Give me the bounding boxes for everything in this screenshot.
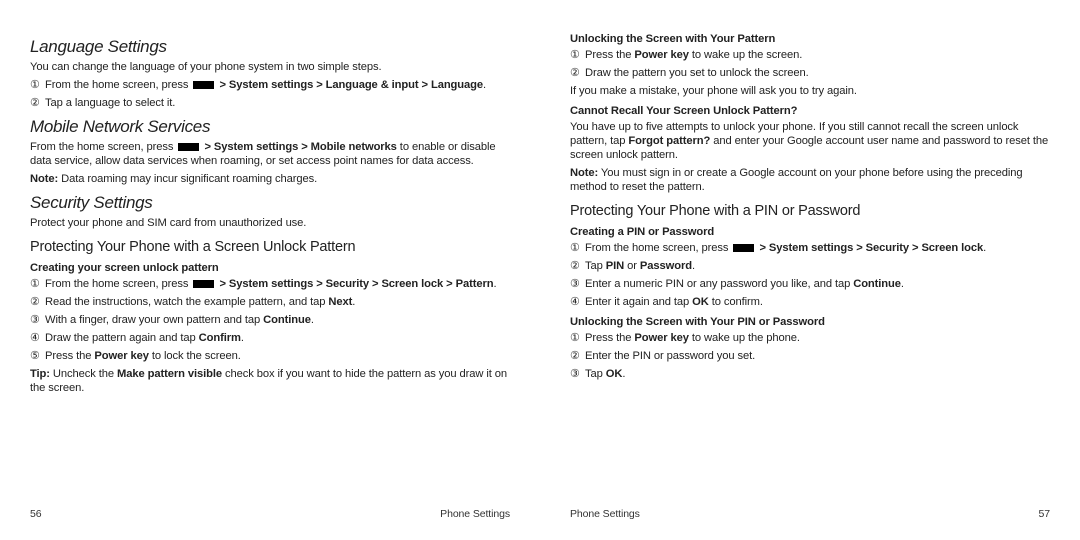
page-number-left: 56	[30, 508, 270, 520]
heading-mobile-network: Mobile Network Services	[30, 117, 510, 137]
step-number-icon: ②	[30, 96, 45, 110]
menu-key-icon	[193, 280, 214, 288]
menu-key-icon	[178, 143, 199, 151]
heading-security-settings: Security Settings	[30, 193, 510, 213]
lang-step-1: ① From the home screen, press > System s…	[30, 78, 510, 92]
page-number-right: 57	[810, 508, 1050, 520]
subheading-pin-password: Protecting Your Phone with a PIN or Pass…	[570, 203, 1050, 219]
heading-language-settings: Language Settings	[30, 37, 510, 57]
menu-key-icon	[733, 244, 754, 252]
unlock-mistake-text: If you make a mistake, your phone will a…	[570, 84, 1050, 98]
step-number-icon: ④	[30, 331, 45, 345]
pinunlock-step-1: ① Press the Power key to wake up the pho…	[570, 331, 1050, 345]
pattern-step-1: ① From the home screen, press > System s…	[30, 277, 510, 291]
footer-title-right: Phone Settings	[570, 508, 810, 520]
step-number-icon: ③	[570, 367, 585, 381]
step-number-icon: ③	[30, 313, 45, 327]
step-number-icon: ②	[570, 66, 585, 80]
subsub-forgot-pattern: Cannot Recall Your Screen Unlock Pattern…	[570, 105, 1050, 117]
pin-step-1: ① From the home screen, press > System s…	[570, 241, 1050, 255]
unlock-step-2: ② Draw the pattern you set to unlock the…	[570, 66, 1050, 80]
page-left-content: Language Settings You can change the lan…	[30, 30, 510, 502]
subsub-create-pattern: Creating your screen unlock pattern	[30, 262, 510, 274]
page-right: Unlocking the Screen with Your Pattern ①…	[540, 0, 1080, 540]
lang-step-1-text: From the home screen, press > System set…	[45, 78, 510, 92]
subsub-unlock-pattern: Unlocking the Screen with Your Pattern	[570, 33, 1050, 45]
pattern-step-3: ③ With a finger, draw your own pattern a…	[30, 313, 510, 327]
step-number-icon: ①	[570, 241, 585, 255]
unlock-step-1: ① Press the Power key to wake up the scr…	[570, 48, 1050, 62]
lang-intro: You can change the language of your phon…	[30, 60, 510, 74]
step-number-icon: ③	[570, 277, 585, 291]
menu-key-icon	[193, 81, 214, 89]
subsub-create-pin: Creating a PIN or Password	[570, 226, 1050, 238]
step-number-icon: ①	[30, 277, 45, 291]
step-number-icon: ②	[30, 295, 45, 309]
pin-step-2: ② Tap PIN or Password.	[570, 259, 1050, 273]
pattern-step-2: ② Read the instructions, watch the examp…	[30, 295, 510, 309]
pinunlock-step-2: ② Enter the PIN or password you set.	[570, 349, 1050, 363]
step-number-icon: ①	[570, 331, 585, 345]
page-left: Language Settings You can change the lan…	[0, 0, 540, 540]
subheading-unlock-pattern: Protecting Your Phone with a Screen Unlo…	[30, 239, 510, 255]
pinunlock-step-3: ③ Tap OK.	[570, 367, 1050, 381]
step-number-icon: ①	[570, 48, 585, 62]
mobile-network-text: From the home screen, press > System set…	[30, 140, 510, 168]
security-intro: Protect your phone and SIM card from una…	[30, 216, 510, 230]
pin-step-4: ④ Enter it again and tap OK to confirm.	[570, 295, 1050, 309]
forgot-note: Note: You must sign in or create a Googl…	[570, 166, 1050, 194]
step-number-icon: ①	[30, 78, 45, 92]
footer-left: 56 Phone Settings	[30, 502, 510, 520]
pin-step-3: ③ Enter a numeric PIN or any password yo…	[570, 277, 1050, 291]
footer-right: Phone Settings 57	[570, 502, 1050, 520]
step-number-icon: ②	[570, 259, 585, 273]
mobile-network-note: Note: Data roaming may incur significant…	[30, 172, 510, 186]
lang-step-2: ② Tap a language to select it.	[30, 96, 510, 110]
pattern-step-4: ④ Draw the pattern again and tap Confirm…	[30, 331, 510, 345]
subsub-unlock-pin: Unlocking the Screen with Your PIN or Pa…	[570, 316, 1050, 328]
pattern-tip: Tip: Uncheck the Make pattern visible ch…	[30, 367, 510, 395]
page-right-content: Unlocking the Screen with Your Pattern ①…	[570, 30, 1050, 502]
step-number-icon: ②	[570, 349, 585, 363]
step-number-icon: ④	[570, 295, 585, 309]
pattern-step-5: ⑤ Press the Power key to lock the screen…	[30, 349, 510, 363]
step-number-icon: ⑤	[30, 349, 45, 363]
forgot-text: You have up to five attempts to unlock y…	[570, 120, 1050, 162]
footer-title-left: Phone Settings	[270, 508, 510, 520]
